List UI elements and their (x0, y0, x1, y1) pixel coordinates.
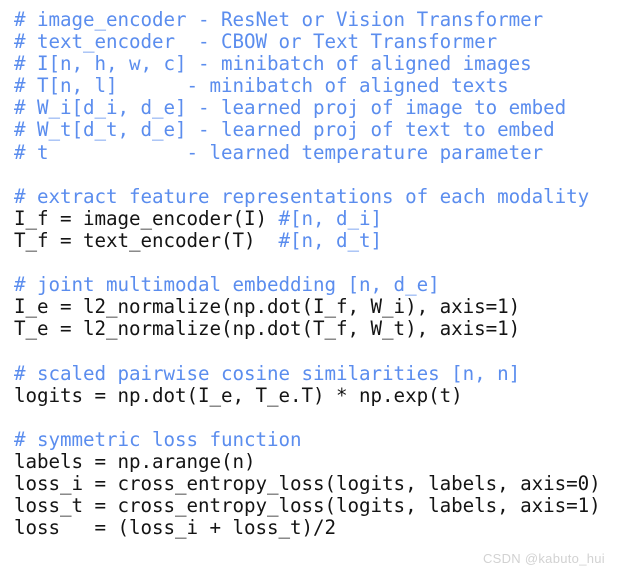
code-span: I_e = l2_normalize(np.dot(I_f, W_i), axi… (14, 295, 521, 319)
code-line: # extract feature representations of eac… (14, 184, 619, 208)
comment-span: # extract feature representations of eac… (14, 184, 590, 208)
code-span: T_e = l2_normalize(np.dot(T_f, W_t), axi… (14, 317, 521, 341)
code-line: loss_t = cross_entropy_loss(logits, labe… (14, 495, 619, 517)
code-line: # joint multimodal embedding [n, d_e] (14, 274, 619, 296)
comment-span: # symmetric loss function (14, 427, 302, 451)
code-span: loss = (loss_i + loss_t)/2 (14, 516, 337, 540)
code-span: I_f = image_encoder(I) (14, 206, 279, 230)
code-line: T_f = text_encoder(T) #[n, d_t] (14, 228, 619, 252)
code-listing[interactable]: # image_encoder - ResNet or Vision Trans… (14, 8, 619, 539)
code-span: loss_t = cross_entropy_loss(logits, labe… (14, 494, 601, 518)
code-line: labels = np.arange(n) (14, 449, 619, 473)
comment-span: # joint multimodal embedding [n, d_e] (14, 273, 440, 297)
code-line: loss_i = cross_entropy_loss(logits, labe… (14, 471, 619, 495)
code-span: loss_i = cross_entropy_loss(logits, labe… (14, 471, 601, 495)
code-line: # image_encoder - ResNet or Vision Trans… (14, 8, 619, 31)
code-line: # t - learned temperature parameter (14, 140, 619, 164)
comment-span: # scaled pairwise cosine similarities [n… (14, 361, 521, 385)
code-line: # scaled pairwise cosine similarities [n… (14, 361, 619, 385)
comment-span: # T[n, l] - minibatch of aligned texts (14, 74, 509, 98)
code-line: loss = (loss_i + loss_t)/2 (14, 517, 619, 539)
comment-span: # t - learned temperature parameter (14, 140, 544, 164)
code-line: # W_i[d_i, d_e] - learned proj of image … (14, 97, 619, 119)
code-line: T_e = l2_normalize(np.dot(T_f, W_t), axi… (14, 318, 619, 340)
code-line: # T[n, l] - minibatch of aligned texts (14, 75, 619, 97)
code-line: # W_t[d_t, d_e] - learned proj of text t… (14, 119, 619, 141)
comment-span: # text_encoder - CBOW or Text Transforme… (14, 30, 498, 54)
code-line: # I[n, h, w, c] - minibatch of aligned i… (14, 53, 619, 75)
comment-span: # W_t[d_t, d_e] - learned proj of text t… (14, 118, 555, 142)
code-line: I_f = image_encoder(I) #[n, d_i] (14, 206, 619, 230)
comment-span: # I[n, h, w, c] - minibatch of aligned i… (14, 52, 532, 76)
code-line: # text_encoder - CBOW or Text Transforme… (14, 31, 619, 53)
code-span: logits = np.dot(I_e, T_e.T) * np.exp(t) (14, 383, 463, 407)
comment-span: #[n, d_t] (278, 228, 383, 252)
comment-span: #[n, d_i] (278, 206, 383, 230)
code-span: labels = np.arange(n) (14, 449, 256, 473)
watermark-label: CSDN @kabuto_hui (482, 551, 605, 566)
code-line: I_e = l2_normalize(np.dot(I_f, W_i), axi… (14, 296, 619, 318)
comment-span: # W_i[d_i, d_e] - learned proj of image … (14, 96, 567, 120)
code-span: T_f = text_encoder(T) (14, 228, 279, 252)
code-line: logits = np.dot(I_e, T_e.T) * np.exp(t) (14, 383, 619, 407)
code-line: # symmetric loss function (14, 427, 619, 451)
comment-span: # image_encoder - ResNet or Vision Trans… (14, 8, 544, 31)
code-figure: # image_encoder - ResNet or Vision Trans… (0, 0, 619, 573)
